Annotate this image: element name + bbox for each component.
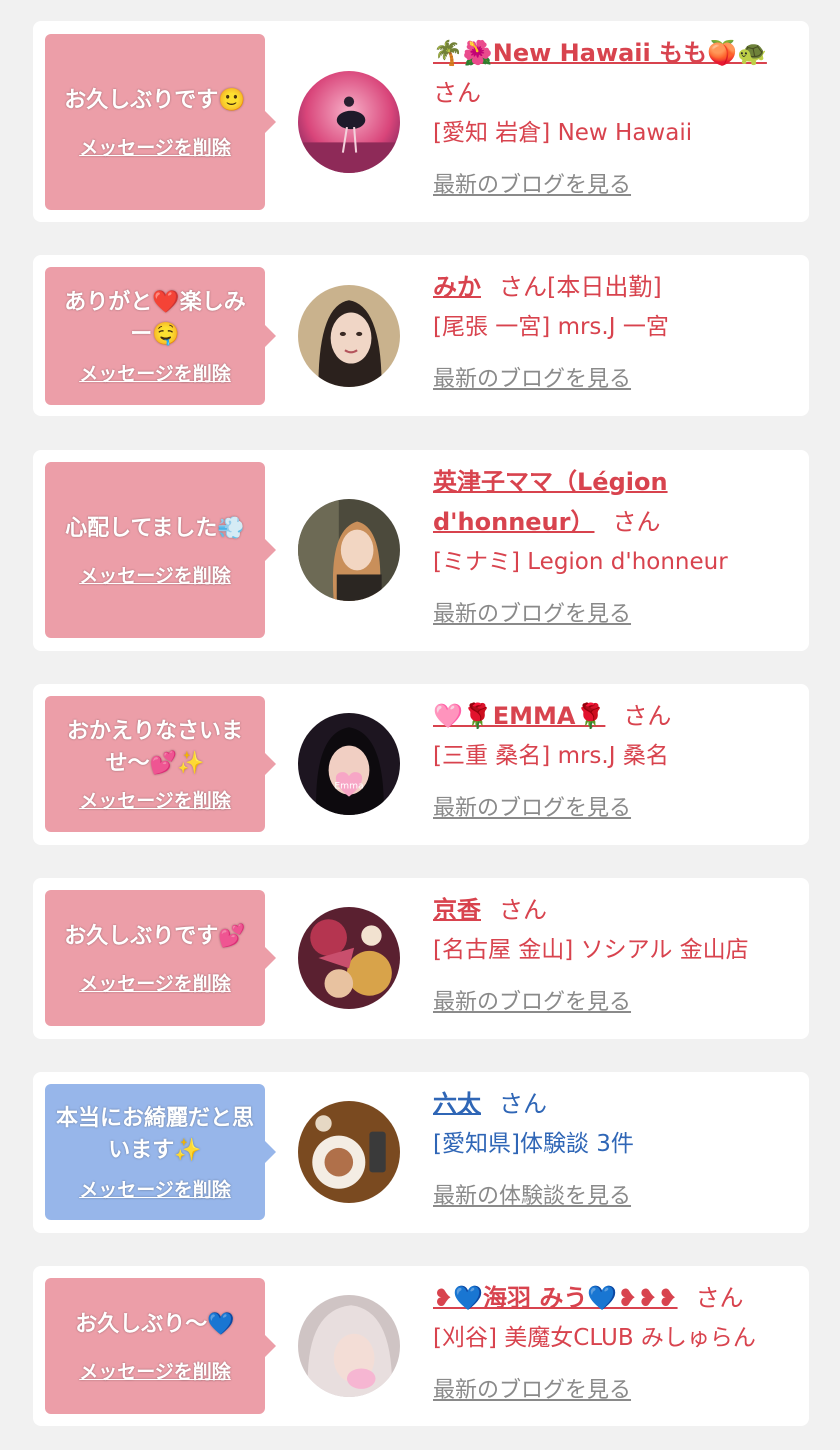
honorific: さん (695, 1284, 744, 1312)
sender-location: [三重 桑名] mrs.J 桑名 (433, 743, 669, 769)
delete-message-link[interactable]: メッセージを削除 (79, 133, 231, 160)
honorific: さん (499, 896, 547, 924)
message-bubble: ありがと❤️楽しみー🤤 メッセージを削除 (45, 267, 276, 405)
sender-name-row: 英津子ママ（Légion d'honneur） さん (433, 462, 803, 542)
message-card: 心配してました💨 メッセージを削除 英津子ママ（Légion d'honneur… (33, 450, 809, 651)
message-bubble: 心配してました💨 メッセージを削除 (45, 462, 276, 638)
latest-blog-link[interactable]: 最新のブログを見る (433, 361, 631, 393)
message-card: ありがと❤️楽しみー🤤 メッセージを削除 みか さん[本日出勤] [尾張 一宮] … (33, 255, 809, 416)
sender-location: [刈谷] 美魔女CLUB みしゅらん (433, 1325, 756, 1351)
sender-location: [ミナミ] Legion d'honneur (433, 549, 728, 575)
delete-message-link[interactable]: メッセージを削除 (79, 969, 231, 996)
delete-message-link[interactable]: メッセージを削除 (79, 1175, 231, 1202)
woman-portrait-avatar[interactable] (298, 285, 400, 387)
svg-text:Emma: Emma (334, 780, 363, 791)
sender-name-link[interactable]: みか (433, 273, 481, 301)
sender-location: [尾張 一宮] mrs.J 一宮 (433, 314, 669, 340)
message-card: お久しぶり〜💙 メッセージを削除 ❥💙海羽 みう💙❥❥❥ さん [刈谷] 美魔女C… (33, 1266, 809, 1426)
honorific: さん (433, 79, 481, 107)
message-bubble: お久しぶりです💕 メッセージを削除 (45, 890, 276, 1026)
latest-blog-link[interactable]: 最新のブログを見る (433, 167, 631, 199)
avatar-image (298, 1295, 400, 1397)
avatar-image (298, 285, 400, 387)
message-text: おかえりなさいませ〜💕✨ (66, 718, 243, 776)
sender-name-row: 京香 さん (433, 890, 803, 930)
sender-name-row: 六太 さん (433, 1084, 803, 1124)
message-text: ありがと❤️楽しみー🤤 (64, 289, 246, 347)
message-card: 本当にお綺麗だと思います✨ メッセージを削除 六太 さん [愛知県]体験談 3件 … (33, 1072, 809, 1233)
avatar-image (298, 71, 400, 173)
woman-heart-sticker-avatar[interactable]: Emma (298, 713, 400, 815)
message-card: おかえりなさいませ〜💕✨ メッセージを削除 Emma 🩷🌹EMMA🌹 さん [三重… (33, 684, 809, 845)
sender-info: 京香 さん [名古屋 金山] ソシアル 金山店 最新のブログを見る (433, 890, 803, 1016)
dinner-plate-avatar[interactable] (298, 1101, 400, 1203)
message-bubble: お久しぶり〜💙 メッセージを削除 (45, 1278, 276, 1414)
blonde-woman-avatar[interactable] (298, 1295, 400, 1397)
sender-name-link[interactable]: 六太 (433, 1090, 481, 1118)
latest-blog-link[interactable]: 最新のブログを見る (433, 790, 631, 822)
message-text: 本当にお綺麗だと思います✨ (55, 1105, 254, 1163)
message-text: お久しぶり〜💙 (75, 1311, 235, 1337)
delete-message-link[interactable]: メッセージを削除 (79, 359, 231, 386)
woman-smiling-avatar[interactable] (298, 499, 400, 601)
honorific: さん[本日出勤] (499, 273, 662, 301)
avatar-image (298, 907, 400, 1009)
delete-message-link[interactable]: メッセージを削除 (79, 786, 231, 813)
sender-name-row: 🌴🌺New Hawaii もも🍑🐢 さん (433, 33, 803, 113)
message-card: お久しぶりです🙂 メッセージを削除 🌴🌺New Hawaii もも🍑🐢 さん [… (33, 21, 809, 222)
sender-location: [愛知 岩倉] New Hawaii (433, 120, 693, 146)
sender-info: ❥💙海羽 みう💙❥❥❥ さん [刈谷] 美魔女CLUB みしゅらん 最新のブログを… (433, 1278, 803, 1404)
sender-name-link[interactable]: 🩷🌹EMMA🌹 (433, 702, 605, 730)
message-bubble: 本当にお綺麗だと思います✨ メッセージを削除 (45, 1084, 276, 1220)
sender-info: みか さん[本日出勤] [尾張 一宮] mrs.J 一宮 最新のブログを見る (433, 267, 803, 393)
honorific: さん (499, 1090, 547, 1118)
message-text: お久しぶりです🙂 (64, 87, 246, 113)
sender-name-row: みか さん[本日出勤] (433, 267, 803, 307)
kimono-photo-avatar[interactable] (298, 907, 400, 1009)
delete-message-link[interactable]: メッセージを削除 (79, 1357, 231, 1384)
sender-name-link[interactable]: 🌴🌺New Hawaii もも🍑🐢 (433, 39, 767, 67)
sender-info: 英津子ママ（Légion d'honneur） さん [ミナミ] Legion d… (433, 462, 803, 628)
sender-name-row: ❥💙海羽 みう💙❥❥❥ さん (433, 1278, 803, 1318)
message-bubble: おかえりなさいませ〜💕✨ メッセージを削除 (45, 696, 276, 832)
honorific: さん (623, 702, 672, 730)
message-card: お久しぶりです💕 メッセージを削除 京香 さん [名古屋 金山] ソシアル 金山店… (33, 878, 809, 1039)
latest-blog-link[interactable]: 最新のブログを見る (433, 984, 631, 1016)
sender-name-link[interactable]: 京香 (433, 896, 481, 924)
honorific: さん (612, 508, 661, 536)
sender-info: 🌴🌺New Hawaii もも🍑🐢 さん [愛知 岩倉] New Hawaii … (433, 33, 803, 199)
sender-info: 🩷🌹EMMA🌹 さん [三重 桑名] mrs.J 桑名 最新のブログを見る (433, 696, 803, 822)
delete-message-link[interactable]: メッセージを削除 (79, 561, 231, 588)
avatar-image (298, 499, 400, 601)
sender-location: [名古屋 金山] ソシアル 金山店 (433, 937, 749, 963)
message-bubble: お久しぶりです🙂 メッセージを削除 (45, 34, 276, 210)
sender-name-row: 🩷🌹EMMA🌹 さん (433, 696, 803, 736)
latest-blog-link[interactable]: 最新のブログを見る (433, 1372, 631, 1404)
message-text: お久しぶりです💕 (64, 923, 246, 949)
sender-location: [愛知県]体験談 3件 (433, 1131, 634, 1157)
dancer-photo-avatar[interactable] (298, 71, 400, 173)
avatar-image: Emma (298, 713, 400, 815)
latest-review-link[interactable]: 最新の体験談を見る (433, 1178, 631, 1210)
message-text: 心配してました💨 (65, 515, 245, 541)
sender-name-link[interactable]: ❥💙海羽 みう💙❥❥❥ (433, 1284, 678, 1312)
sender-info: 六太 さん [愛知県]体験談 3件 最新の体験談を見る (433, 1084, 803, 1210)
avatar-image (298, 1101, 400, 1203)
latest-blog-link[interactable]: 最新のブログを見る (433, 596, 631, 628)
